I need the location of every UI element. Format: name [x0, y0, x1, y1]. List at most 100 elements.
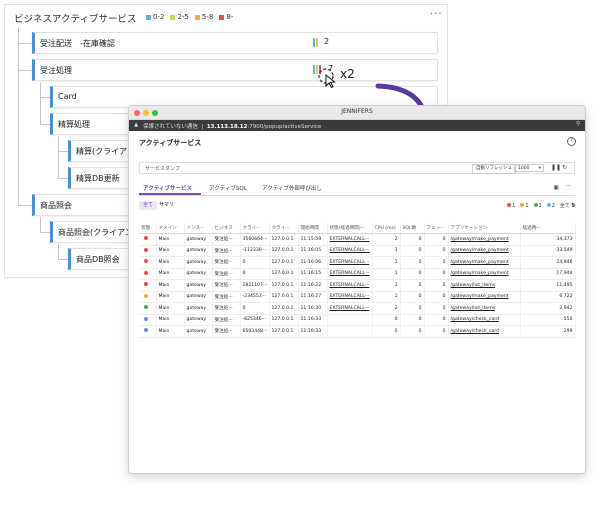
column-header[interactable]: クライ···	[240, 223, 270, 234]
table-cell: Main	[156, 279, 185, 292]
table-cell: 127.0.0.1	[269, 279, 299, 292]
tree-node-label: 受注処理	[40, 66, 72, 75]
column-header[interactable]: インス···	[184, 223, 213, 234]
table-cell: 127.0.0.1	[269, 314, 299, 326]
column-header[interactable]: 経過時···	[520, 223, 576, 234]
help-icon[interactable]: ?	[567, 137, 576, 146]
table-cell: gateway	[184, 256, 213, 269]
table-row[interactable]: Main gateway 受注処··· 6593448··· 127.0.0.1 11:1…	[139, 325, 576, 338]
table-cell: 17,944	[520, 268, 576, 280]
tab-active-external-call[interactable]: アクティブ外部呼び出し	[262, 184, 322, 192]
service-dump-button[interactable]: サービスダンプ	[145, 165, 180, 172]
table-cell: gateway	[184, 279, 213, 292]
table-cell: 1	[372, 268, 401, 280]
table-cell: 受注処···	[212, 314, 241, 326]
status-cell	[139, 314, 157, 326]
active-count: 2	[324, 37, 330, 46]
column-header[interactable]: CPU (ms)	[372, 223, 401, 234]
more-options-icon[interactable]: ···	[565, 183, 571, 190]
table-cell[interactable]: /gateway/check_card	[448, 314, 521, 326]
tree-node[interactable]: 受注配送 -在庫確認 2	[32, 32, 438, 54]
address-bar[interactable]: ▲ 保護されていない通信 | 13.113.18.12:7900/popup/a…	[129, 120, 585, 131]
url-path: :7900/popup/activeService	[247, 124, 322, 130]
table-cell[interactable]: /gateway/make_payment	[448, 233, 521, 246]
table-cell: 受注処···	[212, 325, 241, 338]
status-dot-icon	[144, 236, 148, 241]
column-header[interactable]: 状態(経過時間)···	[327, 223, 373, 234]
auto-refresh-button[interactable]: 自動リフレッシュ	[472, 164, 516, 174]
table-cell: 2,942	[520, 302, 576, 315]
table-cell	[327, 325, 373, 338]
table-cell: Main	[156, 291, 185, 303]
table-cell: 6593448···	[240, 325, 270, 338]
tree-node-label: 精算処理	[58, 120, 90, 129]
tab-active-service[interactable]: アクティブサービス	[143, 184, 192, 192]
table-cell: 550	[520, 314, 576, 326]
status-counts: 1 1 1 2 全て 9	[507, 202, 575, 209]
status-dot-icon	[144, 305, 148, 310]
table-cell: 299	[520, 325, 576, 338]
column-header[interactable]: SQL数	[400, 223, 425, 234]
table-cell: 127.0.0.1	[269, 302, 299, 315]
tree-connector	[40, 124, 50, 125]
refresh-interval-select[interactable]: 1000 ▾	[514, 164, 544, 172]
refresh-icon[interactable]: ↻	[562, 164, 567, 171]
table-cell: -825346···	[240, 314, 270, 326]
table-row[interactable]: Main gateway 受注処··· 0 127.0.0.1 11:16:15 EXTER…	[139, 268, 576, 280]
tree-connector	[40, 82, 41, 124]
table-cell: 6,722	[520, 291, 576, 303]
tree-connector	[58, 151, 68, 152]
table-cell: 2	[372, 233, 401, 246]
table-cell: 受注処···	[212, 268, 241, 280]
table-cell: EXTERNALCALL···	[327, 245, 373, 257]
more-menu-icon[interactable]: ···	[430, 9, 443, 20]
window-titlebar: JENNIFERS	[129, 106, 585, 120]
table-row[interactable]: Main gateway 受注処··· -825346··· 127.0.0.1 11:1…	[139, 314, 576, 326]
legend-item: 2-5	[170, 13, 189, 21]
table-row[interactable]: Main gateway 受注処··· -112330··· 127.0.0.1 11:1…	[139, 245, 576, 257]
count-orange: 1	[520, 203, 529, 209]
tree-connector	[58, 259, 68, 260]
column-header[interactable]: フェッ···	[424, 223, 449, 234]
double-click-badge: x2	[340, 67, 355, 81]
table-cell[interactable]: /gateway/list_items	[448, 279, 521, 292]
column-header[interactable]: ビジネス	[212, 223, 241, 234]
column-header[interactable]: ドメイン	[156, 223, 185, 234]
table-cell: 33,549	[520, 245, 576, 257]
table-row[interactable]: Main gateway 受注処··· 0 127.0.0.1 11:16:06 EXTER…	[139, 256, 576, 269]
table-cell: 0	[240, 268, 270, 280]
search-icon[interactable]: ⚲	[576, 121, 580, 127]
load-bar-icon	[313, 38, 318, 47]
column-header[interactable]: クライ···	[269, 223, 299, 234]
table-cell[interactable]: /gateway/list_items	[448, 302, 521, 315]
table-cell: Main	[156, 302, 185, 315]
table-cell[interactable]: /gateway/make_payment	[448, 245, 521, 257]
table-row[interactable]: Main gateway 受注処··· 0 127.0.0.1 11:16:30 EXTER…	[139, 302, 576, 315]
table-cell[interactable]: /gateway/check_card	[448, 325, 521, 338]
filter-summary[interactable]: サマリ	[155, 201, 178, 210]
table-cell: Main	[156, 314, 185, 326]
table-cell: 11:15:59	[298, 233, 328, 246]
tree-node[interactable]: 受注処理 7	[32, 59, 438, 81]
column-header[interactable]: 状態	[139, 223, 157, 234]
table-row[interactable]: Main gateway 受注処··· -234553··· 127.0.0.1 11:1…	[139, 291, 576, 303]
table-cell: gateway	[184, 314, 213, 326]
table-cell: 3560664···	[240, 233, 270, 246]
status-cell	[139, 233, 157, 246]
column-header[interactable]: アプリケーション	[448, 223, 521, 234]
table-row[interactable]: Main gateway 受注処··· 2821107··· 127.0.0.1 11:1…	[139, 279, 576, 292]
tree-connector	[18, 28, 19, 206]
pause-icon[interactable]: ❚❚	[551, 164, 561, 171]
count-total: 全て 9	[559, 203, 575, 209]
screenshot-icon[interactable]: ▣	[553, 184, 559, 191]
table-cell[interactable]: /gateway/make_payment	[448, 256, 521, 269]
table-row[interactable]: Main gateway 受注処··· 3560664··· 127.0.0.1 11:1…	[139, 233, 576, 246]
table-cell: 受注処···	[212, 279, 241, 292]
table-cell[interactable]: /gateway/make_payment	[448, 291, 521, 303]
column-header[interactable]: 開始時間	[298, 223, 328, 234]
table-cell[interactable]: /gateway/make_payment	[448, 268, 521, 280]
tab-active-sql[interactable]: アクティブSQL	[209, 184, 247, 192]
tree-node-sublabel: -在庫確認	[80, 39, 115, 48]
table-cell: 11:16:22	[298, 279, 328, 292]
tree-node-label: 商品照会	[40, 201, 72, 210]
